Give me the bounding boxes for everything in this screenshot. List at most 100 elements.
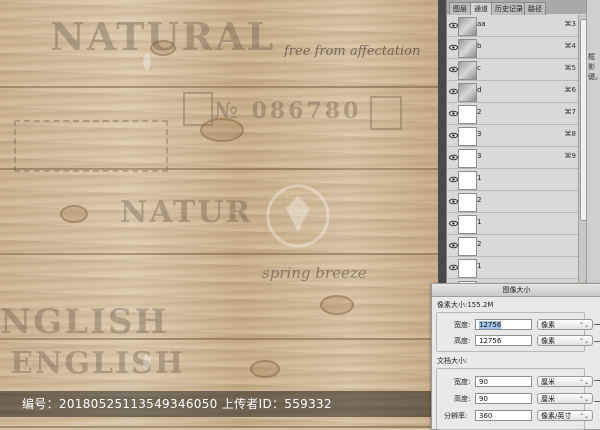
doc-height-input[interactable]: 90 (475, 393, 532, 404)
layer-thumbnail (458, 39, 477, 58)
layer-row[interactable]: 3 ⌘8 (447, 125, 578, 147)
layer-thumbnail (458, 105, 477, 124)
layer-name: 1 (477, 262, 482, 270)
resolution-label: 分辨率: (444, 412, 468, 420)
layer-thumbnail (458, 193, 477, 212)
doc-size-label: 文档大小: (437, 357, 468, 365)
tagline-text: free from affectation (284, 44, 421, 59)
width-label: 宽度: (454, 321, 471, 329)
document-canvas[interactable]: NATURAL free from affectation № 086780 N… (0, 0, 438, 428)
layer-name: 2 (477, 240, 482, 248)
doc-height-label: 高度: (454, 395, 471, 403)
layer-shortcut: ⌘5 (564, 64, 576, 72)
eye-visibility-icon[interactable] (449, 43, 458, 52)
eye-visibility-icon[interactable] (449, 153, 458, 162)
tab-channels[interactable]: 通道 (470, 2, 492, 15)
layer-name: d (477, 86, 482, 94)
panel-tabs: 图层 通道 历史记录 路径 (447, 0, 587, 15)
layer-row[interactable]: 1 (447, 213, 578, 235)
layer-shortcut: ⌘6 (564, 86, 576, 94)
layer-thumbnail (458, 171, 477, 190)
watermark-natural-top: NATURAL (50, 14, 276, 59)
resolution-input[interactable]: 360 (475, 410, 532, 421)
eye-visibility-icon[interactable] (449, 241, 458, 250)
doc-width-label: 宽度: (454, 378, 471, 386)
resolution-unit-select[interactable]: 像素/英寸 ⌃⌄ (537, 410, 593, 421)
layer-row[interactable]: 1 (447, 257, 578, 279)
pixel-height-input[interactable]: 12756 (475, 335, 532, 346)
layer-thumbnail (458, 215, 477, 234)
constrain-link-icon (594, 324, 600, 342)
doc-width-unit-select[interactable]: 厘米 ⌃⌄ (537, 376, 593, 387)
layer-list: aa⌘3b⌘4c⌘5d⌘62⌘73⌘83⌘9121212 (447, 15, 578, 301)
tab-layers[interactable]: 图层 (449, 2, 471, 15)
eye-visibility-icon[interactable] (449, 87, 458, 96)
leaf-icon (143, 53, 151, 71)
height-label: 高度: (454, 337, 471, 345)
layer-name: aa (477, 20, 486, 28)
number-stamp: № 086780 (214, 98, 362, 124)
layer-name: b (477, 42, 482, 50)
eye-visibility-icon[interactable] (449, 65, 458, 74)
layer-shortcut: ⌘3 (564, 20, 576, 28)
eye-visibility-icon[interactable] (449, 175, 458, 184)
huitu-watermark-icon (266, 184, 330, 248)
layer-name: 1 (477, 174, 482, 182)
pixel-size-group (436, 312, 585, 352)
layer-name: 3 (477, 130, 482, 138)
watermark-english-1: NGLISH (0, 302, 169, 342)
layer-row[interactable]: c ⌘5 (447, 59, 578, 81)
watermark-natural-mid: NATUR (120, 195, 253, 230)
eye-visibility-icon[interactable] (449, 197, 458, 206)
caption-text: 编号：20180525113549346050 上传者ID：559332 (22, 397, 332, 411)
layer-row[interactable]: 2 ⌘7 (447, 103, 578, 125)
eye-visibility-icon[interactable] (449, 131, 458, 140)
layer-name: 1 (477, 218, 482, 226)
layer-thumbnail (458, 127, 477, 146)
layer-shortcut: ⌘7 (564, 108, 576, 116)
layers-panel: 图层 通道 历史记录 路径 aa ⌘3 b ⌘4 c ⌘5 d ⌘6 2 ⌘7 3 ⌘8 3 ⌘9 1 2 1 2… (446, 0, 588, 301)
postage-stamp (370, 96, 402, 130)
eye-visibility-icon[interactable] (449, 263, 458, 272)
side-fragment-text: 框影键。 (588, 53, 600, 81)
layer-row[interactable]: b ⌘4 (447, 37, 578, 59)
watermark-english-2: ENGLISH (10, 346, 186, 381)
layer-thumbnail (458, 237, 477, 256)
layer-thumbnail (458, 83, 477, 102)
layer-name: 2 (477, 196, 482, 204)
leaf-icon (143, 353, 151, 371)
layer-shortcut: ⌘4 (564, 42, 576, 50)
tab-paths[interactable]: 路径 (524, 2, 546, 15)
layer-row[interactable]: d ⌘6 (447, 81, 578, 103)
layer-name: c (477, 64, 481, 72)
layer-thumbnail (458, 259, 477, 278)
eye-visibility-icon[interactable] (449, 109, 458, 118)
layer-thumbnail (458, 17, 477, 36)
dialog-title: 图像大小 (432, 284, 600, 297)
layer-row[interactable]: 2 (447, 191, 578, 213)
layer-row[interactable]: 3 ⌘9 (447, 147, 578, 169)
tab-history[interactable]: 历史记录 (491, 2, 527, 15)
layer-shortcut: ⌘9 (564, 152, 576, 160)
pixel-height-unit-select[interactable]: 像素 ⌃⌄ (537, 335, 593, 346)
doc-width-input[interactable]: 90 (475, 376, 532, 387)
postage-stamp (183, 92, 213, 126)
layer-row[interactable]: 2 (447, 235, 578, 257)
layer-row[interactable]: 1 (447, 169, 578, 191)
layer-thumbnail (458, 149, 477, 168)
layer-name: 2 (477, 108, 482, 116)
image-size-dialog: 图像大小 像素大小:155.2M 宽度: 12756 像素 ⌃⌄ 高度: 1275… (431, 283, 600, 430)
postage-grid (14, 120, 168, 172)
caption-bar: 编号：20180525113549346050 上传者ID：559332 (0, 391, 438, 417)
layer-thumbnail (458, 61, 477, 80)
layer-row[interactable]: aa ⌘3 (447, 15, 578, 37)
eye-visibility-icon[interactable] (449, 21, 458, 30)
script-spring-breeze: spring breeze (262, 264, 367, 282)
eye-visibility-icon[interactable] (449, 219, 458, 228)
pixel-width-unit-select[interactable]: 像素 ⌃⌄ (537, 319, 593, 330)
layer-name: 3 (477, 152, 482, 160)
doc-constrain-link-icon (594, 380, 600, 402)
pixel-size-label: 像素大小:155.2M (437, 301, 494, 309)
doc-height-unit-select[interactable]: 厘米 ⌃⌄ (537, 393, 593, 404)
pixel-width-input[interactable]: 12756 (475, 319, 532, 330)
